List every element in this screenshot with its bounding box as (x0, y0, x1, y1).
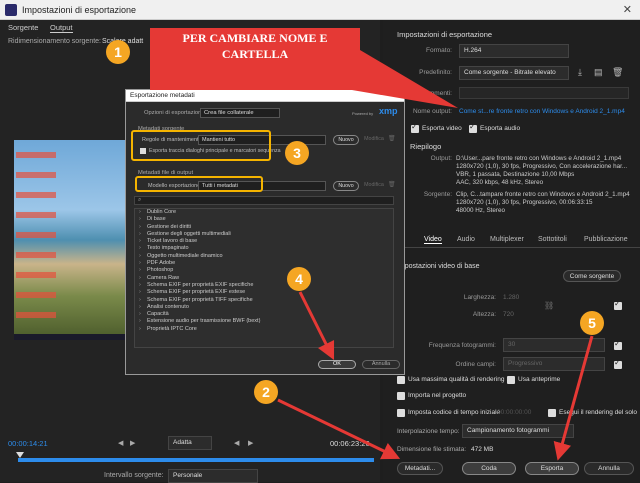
arrow-to-ok (298, 291, 335, 361)
arrow-to-export (553, 335, 594, 461)
arrow-to-metadata (277, 398, 401, 460)
annotation-arrows (277, 291, 594, 461)
